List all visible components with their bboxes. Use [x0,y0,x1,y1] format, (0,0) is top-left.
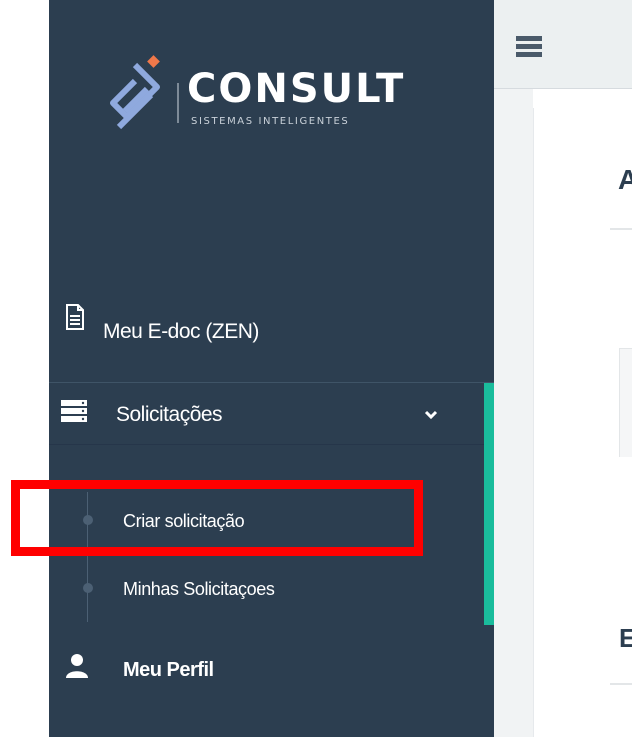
logo-divider [177,83,179,123]
content-background [494,89,533,737]
chevron-down-icon [424,410,438,420]
brand-tagline: SISTEMAS INTELIGENTES [191,116,350,127]
submenu-item-label: Minhas Solicitaçoes [123,579,275,599]
hamburger-icon[interactable] [516,36,542,58]
content-box [619,348,632,457]
sidebar-item-label: Solicitações [116,403,223,426]
section-heading: A [618,164,632,195]
sidebar-item-label: Meu Perfil [123,659,214,681]
brand-name: CONSULT [187,66,406,112]
content-panel [533,108,632,737]
highlight-box [11,480,423,556]
divider [610,228,632,230]
logo-mark-icon [110,55,160,130]
active-indicator [484,383,494,625]
user-icon [66,654,88,678]
submenu-item-minhas-solicitacoes[interactable]: Minhas Solicitaçoes [49,563,484,613]
section-heading: E [619,623,632,653]
document-icon [66,304,84,330]
top-bar [494,0,632,89]
sidebar-item-meu-edoc[interactable]: Meu E-doc (ZEN) [49,300,494,360]
divider [610,683,632,685]
sidebar-item-solicitacoes[interactable]: Solicitações [49,383,494,443]
divider [49,444,494,445]
sidebar-item-meu-perfil[interactable]: Meu Perfil [49,640,494,700]
logo: CONSULT SISTEMAS INTELIGENTES [105,55,460,135]
sidebar-item-label: Meu E-doc (ZEN) [103,320,259,343]
server-icon [61,400,87,422]
